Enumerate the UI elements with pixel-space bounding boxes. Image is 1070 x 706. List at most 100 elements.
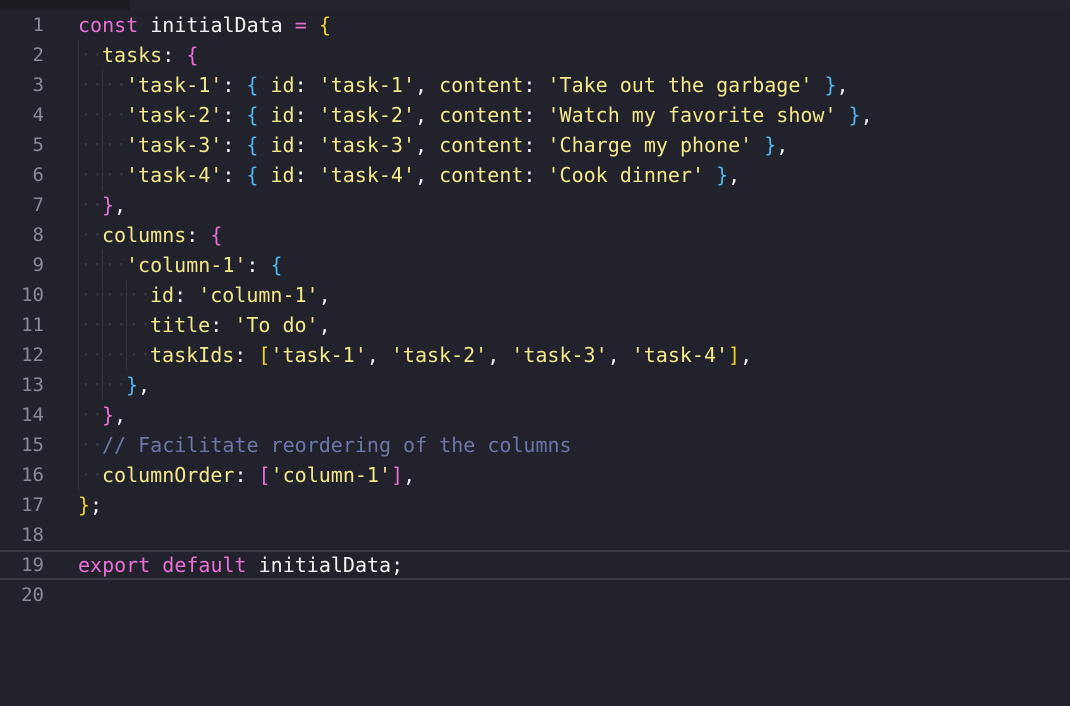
indent-guide [78,160,104,190]
line-number: 1 [32,14,44,36]
code-line[interactable]: 3 'task-1': { id: 'task-1', content: 'Tak… [0,70,1070,100]
code-token: content [439,133,524,157]
code-token: 'column-1' [198,283,319,307]
code-token: tasks [102,43,163,67]
code-token: : [523,163,548,187]
code-token: , [860,103,873,127]
code-token: , [728,163,741,187]
indent-guide [78,250,104,280]
code-token: : [210,313,235,337]
code-token: : [294,103,319,127]
code-token: , [776,133,789,157]
code-token: : [186,223,211,247]
code-token: 'column-1' [270,463,392,487]
indent-guide [78,40,104,70]
code-token: , [114,193,127,217]
indent-guide [78,190,104,220]
code-token: : [294,73,319,97]
code-area[interactable]: 1const initialData = {2tasks: {3'task-1'… [0,10,1070,610]
code-token: ; [90,493,103,517]
code-token: : [234,343,259,367]
code-line[interactable]: 8 columns: { [0,220,1070,250]
code-token: 'Watch my favorite show' [547,103,837,127]
code-line[interactable]: 4 'task-2': { id: 'task-2', content: 'Wat… [0,100,1070,130]
code-line[interactable]: 11 title: 'To do', [0,310,1070,340]
indent-guide [102,70,128,100]
line-number: 2 [32,44,44,66]
code-token: = [294,13,307,37]
code-token: taskIds [150,343,235,367]
code-line[interactable]: 19 export default initialData; [0,550,1070,580]
indent-guide [78,220,104,250]
code-token: } [848,103,861,127]
code-line[interactable]: 12 taskIds: ['task-1', 'task-2', 'task-3'… [0,340,1070,370]
code-token: content [439,103,524,127]
code-line[interactable]: 15 // Facilitate reordering of the column… [0,430,1070,460]
code-token: id [258,73,295,97]
code-line[interactable]: 2 tasks: { [0,40,1070,70]
line-number: 10 [21,284,44,306]
code-token: : [234,463,259,487]
line-number: 14 [21,404,44,426]
code-line[interactable]: 7}, [0,190,1070,220]
line-source: 'column-1': { [78,250,283,280]
code-line[interactable]: 17}; [0,490,1070,520]
code-line[interactable]: 6 'task-4': { id: 'task-4', content: 'Coo… [0,160,1070,190]
code-line[interactable]: 10 id: 'column-1', [0,280,1070,310]
indent-guide [126,340,152,370]
code-line[interactable]: 16 columnOrder: ['column-1'], [0,460,1070,490]
code-token: , [415,103,440,127]
line-number: 15 [21,434,44,456]
indent-guide [78,130,104,160]
line-source: const initialData = { [78,10,331,40]
code-token: 'task-3' [318,133,416,157]
code-token: 'To do' [234,313,319,337]
code-token: { [210,223,223,247]
code-token: 'task-1' [270,343,367,367]
code-token: 'column-1' [126,253,247,277]
code-token: 'Charge my phone' [547,133,753,157]
code-token: { [246,163,259,187]
code-token: ] [391,463,404,487]
code-line[interactable]: 18 [0,520,1070,550]
line-number: 12 [21,344,44,366]
code-token: initialData; [246,553,404,577]
code-line[interactable]: 20 [0,580,1070,610]
code-token: content [439,163,524,187]
code-token: 'task-2' [126,103,223,127]
code-line[interactable]: 9 'column-1': { [0,250,1070,280]
line-source: }, [78,400,126,430]
code-token: } [824,73,837,97]
code-token: : [246,253,271,277]
indent-guide [78,70,104,100]
indent-guide [78,280,104,310]
code-token: : [523,73,548,97]
line-source: tasks: { [78,40,198,70]
code-line[interactable]: 1 const initialData = { [0,10,1070,40]
code-token: : [174,283,199,307]
line-source: taskIds: ['task-1', 'task-2', 'task-3', … [78,340,752,370]
code-token: , [403,463,416,487]
line-source: }; [78,490,102,520]
code-line[interactable]: 13}, [0,370,1070,400]
code-line[interactable]: 5 'task-3': { id: 'task-3', content: 'Cha… [0,130,1070,160]
code-line[interactable]: 14}, [0,400,1070,430]
code-token: ] [728,343,741,367]
code-editor[interactable]: 1const initialData = {2tasks: {3'task-1'… [0,0,1070,706]
code-token: , [114,403,127,427]
active-editor-tab[interactable] [130,0,1070,10]
line-number: 3 [32,74,44,96]
code-token: columnOrder [102,463,235,487]
code-token: , [415,163,440,187]
line-number: 8 [32,224,44,246]
indent-guide [102,250,128,280]
code-token: : [294,163,319,187]
code-token: : [222,103,247,127]
code-token: title [150,313,211,337]
code-token: , [415,73,440,97]
